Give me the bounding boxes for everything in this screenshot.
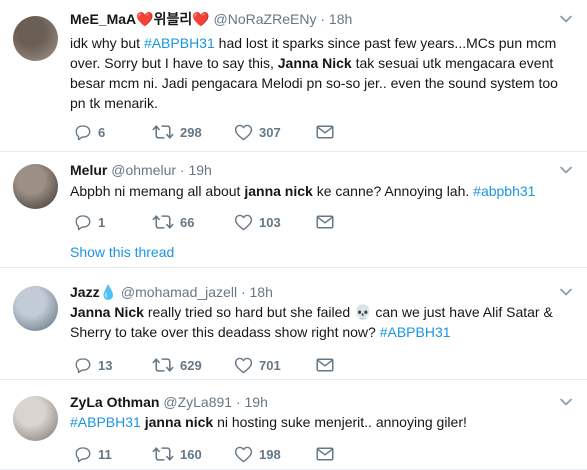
reply-count: 6 [98,124,106,140]
author-name[interactable]: ZyLa Othman [70,394,159,410]
tweet-text-segment: ni hosting suke menjerit.. annoying gile… [213,414,467,430]
reply-button[interactable]: 11 [74,444,112,464]
chevron-down-icon [559,285,573,299]
highlighted-term: janna nick [244,183,313,199]
separator-dot: · [316,11,329,27]
tweet-timestamp[interactable]: 19h [245,394,268,410]
tweet-header: Jazz💧 @mohamad_jazell · 18h [70,283,273,301]
retweet-count: 298 [180,124,202,140]
like-count: 307 [259,124,281,140]
reply-count: 1 [98,214,106,230]
separator-dot: · [232,394,245,410]
tweet: ZyLa Othman @ZyLa891 · 19h #ABPBH31 janna… [0,380,587,470]
tweet: Melur @ohmelur · 19h Abpbh ni memang all … [0,152,587,268]
tweet-header: ZyLa Othman @ZyLa891 · 19h [70,393,268,411]
chevron-down-icon [559,395,573,409]
retweet-count: 66 [180,214,195,230]
tweet: Jazz💧 @mohamad_jazell · 18h Janna Nick re… [0,268,587,380]
direct-message-button[interactable] [316,122,334,142]
avatar[interactable] [13,396,58,441]
like-count: 103 [259,214,281,230]
reply-count: 11 [98,446,112,462]
like-icon [234,123,253,141]
retweet-count: 160 [180,446,202,462]
tweet-header: Melur @ohmelur · 19h [70,161,212,179]
reply-icon [74,356,92,374]
hashtag-link[interactable]: #ABPBH31 [380,324,451,340]
direct-message-button[interactable] [316,355,334,375]
like-icon [234,356,253,374]
author-handle[interactable]: @ohmelur [111,162,176,178]
show-thread-link[interactable]: Show this thread [70,244,174,260]
author-name[interactable]: Melur [70,162,107,178]
hashtag-link[interactable]: #abpbh31 [473,183,535,199]
retweet-count: 629 [180,357,202,373]
like-button[interactable]: 701 [234,355,281,375]
author-handle[interactable]: @NoRaZReENy [214,11,317,27]
tweet-options-button[interactable] [559,285,573,299]
hashtag-link[interactable]: #ABPBH31 [70,414,141,430]
direct-message-button[interactable] [316,212,334,232]
reply-button[interactable]: 1 [74,212,105,232]
avatar[interactable] [13,286,58,331]
author-name[interactable]: MeE_MaA [70,11,136,27]
retweet-button[interactable]: 66 [152,212,194,232]
tweet-timestamp[interactable]: 18h [329,11,352,27]
author-name[interactable]: Jazz [70,284,100,300]
avatar[interactable] [13,164,58,209]
separator-dot: · [237,284,250,300]
tweet-text: #ABPBH31 janna nick ni hosting suke menj… [70,412,569,432]
like-count: 198 [259,446,281,462]
retweet-icon [152,445,174,463]
retweet-button[interactable]: 160 [152,444,202,464]
retweet-icon [152,213,174,231]
like-button[interactable]: 198 [234,444,281,464]
reply-button[interactable]: 6 [74,122,105,142]
tweet: MeE_MaA❤️위블리❤️ @NoRaZReENy · 18h idk why … [0,0,587,152]
direct-message-button[interactable] [316,444,334,464]
tweet-options-button[interactable] [559,395,573,409]
tweet-timestamp[interactable]: 19h [188,162,211,178]
tweet-text: Janna Nick really tried so hard but she … [70,302,569,342]
reply-icon [74,445,92,463]
reply-button[interactable]: 13 [74,355,112,375]
message-icon [316,446,334,462]
reply-icon [74,123,92,141]
message-icon [316,357,334,373]
chevron-down-icon [559,12,573,26]
reply-count: 13 [98,357,113,373]
hashtag-link[interactable]: #ABPBH31 [144,35,215,51]
like-icon [234,445,253,463]
retweet-icon [152,123,174,141]
author-name-emoji: ❤️위블리❤️ [136,11,210,27]
message-icon [316,214,334,230]
highlighted-term: Janna Nick [277,55,352,71]
like-count: 701 [259,357,281,373]
tweet-text-segment: idk why but [70,35,144,51]
tweet-text-segment: Abpbh ni memang all about [70,183,245,199]
tweet-text: Abpbh ni memang all about janna nick ke … [70,181,569,201]
tweet-header: MeE_MaA❤️위블리❤️ @NoRaZReENy · 18h [70,10,352,28]
reply-icon [74,213,92,231]
chevron-down-icon [559,163,573,177]
highlighted-term: janna nick [144,414,214,430]
tweet-text: idk why but #ABPBH31 had lost it sparks … [70,33,569,113]
retweet-icon [152,356,174,374]
retweet-button[interactable]: 629 [152,355,202,375]
author-handle[interactable]: @mohamad_jazell [121,284,237,300]
like-button[interactable]: 103 [234,212,281,232]
like-icon [234,213,253,231]
retweet-button[interactable]: 298 [152,122,202,142]
avatar[interactable] [13,16,58,61]
tweet-timestamp[interactable]: 18h [250,284,273,300]
highlighted-term: Janna Nick [70,304,144,320]
message-icon [316,124,334,140]
like-button[interactable]: 307 [234,122,281,142]
tweet-options-button[interactable] [559,163,573,177]
tweet-text-segment: ke canne? Annoying lah. [312,183,474,199]
tweet-options-button[interactable] [559,12,573,26]
author-name-emoji: 💧 [99,284,118,300]
author-handle[interactable]: @ZyLa891 [163,394,232,410]
separator-dot: · [176,162,189,178]
